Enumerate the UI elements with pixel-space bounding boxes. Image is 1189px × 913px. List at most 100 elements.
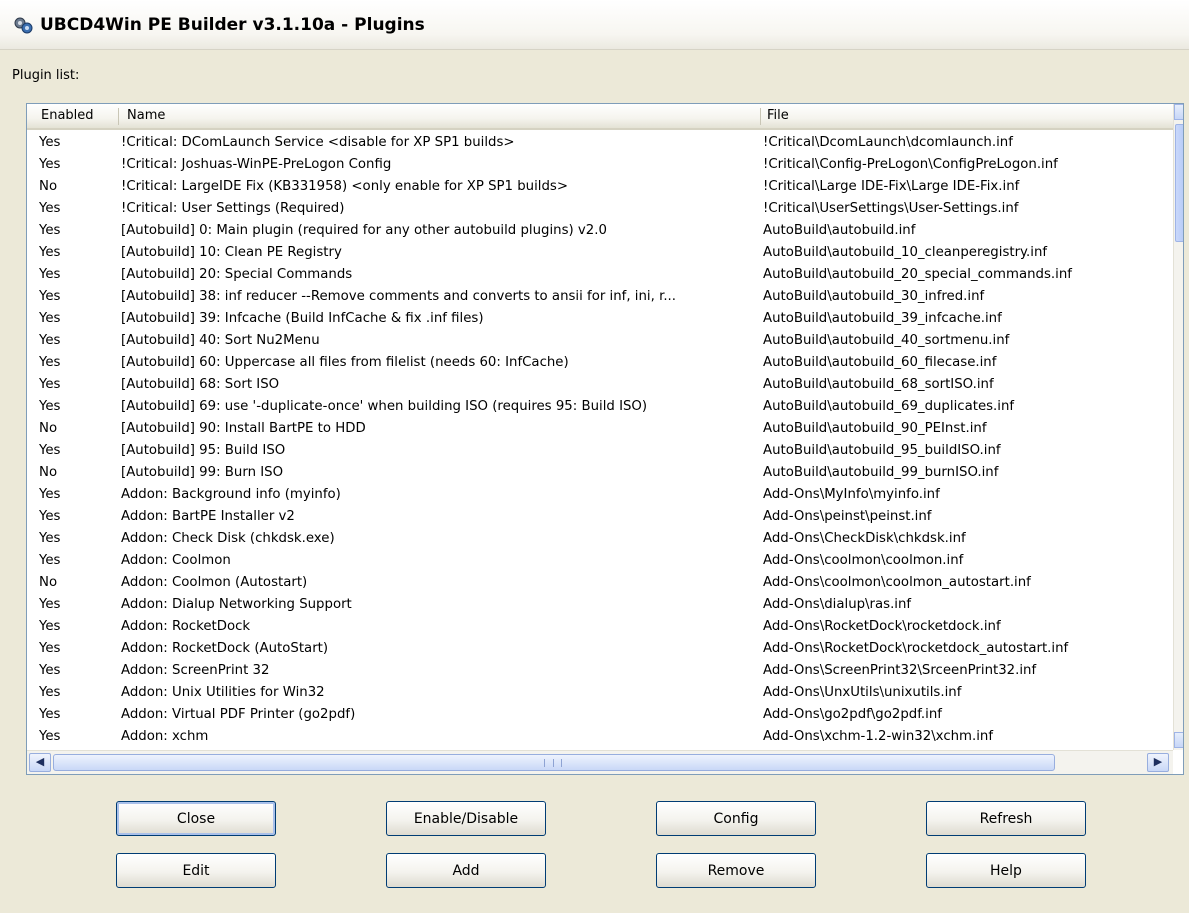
refresh-button[interactable]: Refresh [926, 801, 1086, 836]
vertical-scrollbar[interactable] [1173, 104, 1183, 750]
table-row[interactable]: Yes !Critical: User Settings (Required) !C… [27, 198, 1173, 220]
row-file-cell: Add-Ons\RocketDock\rocketdock.inf [763, 619, 1001, 634]
row-name-cell: [Autobuild] 38: inf reducer --Remove com… [121, 289, 677, 304]
row-file-cell: AutoBuild\autobuild_39_infcache.inf [763, 311, 1002, 326]
table-row[interactable]: Yes Addon: Unix Utilities for Win32 Add-On… [27, 682, 1173, 704]
row-enabled-cell: Yes [39, 289, 61, 304]
row-enabled-cell: No [39, 465, 58, 480]
row-name-cell: [Autobuild] 10: Clean PE Registry [121, 245, 342, 260]
table-row[interactable]: No [Autobuild] 90: Install BartPE to HDD A… [27, 418, 1173, 440]
scroll-up-button[interactable] [1174, 104, 1183, 120]
table-row[interactable]: Yes Addon: Background info (myinfo) Add-On… [27, 484, 1173, 506]
row-name-cell: Addon: RocketDock [121, 619, 251, 634]
row-name-cell: [Autobuild] 20: Special Commands [121, 267, 353, 282]
close-button[interactable]: Close [116, 801, 276, 836]
edit-button[interactable]: Edit [116, 853, 276, 888]
table-row[interactable]: Yes Addon: xchm Add-Ons\xchm-1.2-win32\xch… [27, 726, 1173, 748]
row-enabled-cell: Yes [39, 487, 61, 502]
table-row[interactable]: Yes Addon: Virtual PDF Printer (go2pdf) Ad… [27, 704, 1173, 726]
scroll-left-button[interactable]: ◀ [29, 753, 51, 772]
column-divider[interactable] [760, 108, 761, 125]
row-enabled-cell: No [39, 421, 58, 436]
table-row[interactable]: Yes !Critical: Joshuas-WinPE-PreLogon Con… [27, 154, 1173, 176]
row-file-cell: Add-Ons\xchm-1.2-win32\xchm.inf [763, 729, 994, 744]
row-enabled-cell: Yes [39, 641, 61, 656]
row-name-cell: Addon: Virtual PDF Printer (go2pdf) [121, 707, 356, 722]
row-name-cell: !Critical: User Settings (Required) [121, 201, 345, 216]
config-button[interactable]: Config [656, 801, 816, 836]
row-name-cell: [Autobuild] 68: Sort ISO [121, 377, 280, 392]
help-button[interactable]: Help [926, 853, 1086, 888]
column-header-name[interactable]: Name [127, 104, 165, 128]
add-button[interactable]: Add [386, 853, 546, 888]
scroll-down-button[interactable] [1174, 732, 1183, 748]
row-enabled-cell: Yes [39, 729, 61, 744]
row-file-cell: !Critical\Large IDE-Fix\Large IDE-Fix.in… [763, 179, 1020, 194]
row-name-cell: [Autobuild] 60: Uppercase all files from… [121, 355, 569, 370]
row-file-cell: !Critical\Config-PreLogon\ConfigPreLogon… [763, 157, 1058, 172]
table-row[interactable]: Yes [Autobuild] 69: use '-duplicate-once'… [27, 396, 1173, 418]
row-enabled-cell: Yes [39, 531, 61, 546]
row-file-cell: AutoBuild\autobuild_60_filecase.inf [763, 355, 997, 370]
row-file-cell: Add-Ons\MyInfo\myinfo.inf [763, 487, 940, 502]
table-row[interactable]: Yes [Autobuild] 0: Main plugin (required … [27, 220, 1173, 242]
row-enabled-cell: Yes [39, 619, 61, 634]
row-file-cell: Add-Ons\coolmon\coolmon.inf [763, 553, 964, 568]
remove-button[interactable]: Remove [656, 853, 816, 888]
vertical-scroll-thumb[interactable] [1175, 124, 1183, 242]
row-file-cell: AutoBuild\autobuild_20_special_commands.… [763, 267, 1072, 282]
column-header-enabled[interactable]: Enabled [41, 104, 94, 128]
table-row[interactable]: No Addon: Coolmon (Autostart) Add-Ons\cool… [27, 572, 1173, 594]
list-body: Yes !Critical: DComLaunch Service <disabl… [27, 132, 1173, 748]
table-row[interactable]: Yes [Autobuild] 10: Clean PE Registry Auto… [27, 242, 1173, 264]
table-row[interactable]: Yes [Autobuild] 39: Infcache (Build InfCa… [27, 308, 1173, 330]
table-row[interactable]: Yes Addon: RocketDock (AutoStart) Add-Ons\… [27, 638, 1173, 660]
column-header-file[interactable]: File [767, 104, 789, 128]
horizontal-scroll-thumb[interactable] [53, 754, 1055, 771]
row-enabled-cell: Yes [39, 553, 61, 568]
table-row[interactable]: No [Autobuild] 99: Burn ISO AutoBuild\auto… [27, 462, 1173, 484]
row-enabled-cell: Yes [39, 355, 61, 370]
row-name-cell: [Autobuild] 99: Burn ISO [121, 465, 284, 480]
table-row[interactable]: Yes Addon: RocketDock Add-Ons\RocketDock\r… [27, 616, 1173, 638]
scroll-right-button[interactable]: ▶ [1147, 753, 1169, 772]
row-name-cell: [Autobuild] 90: Install BartPE to HDD [121, 421, 366, 436]
row-enabled-cell: Yes [39, 333, 61, 348]
enable-disable-button[interactable]: Enable/Disable [386, 801, 546, 836]
table-row[interactable]: Yes [Autobuild] 40: Sort Nu2Menu AutoBuild… [27, 330, 1173, 352]
row-enabled-cell: Yes [39, 597, 61, 612]
table-row[interactable]: Yes Addon: Dialup Networking Support Add-O… [27, 594, 1173, 616]
row-enabled-cell: Yes [39, 443, 61, 458]
table-row[interactable]: Yes [Autobuild] 95: Build ISO AutoBuild\au… [27, 440, 1173, 462]
table-row[interactable]: Yes Addon: BartPE Installer v2 Add-Ons\pei… [27, 506, 1173, 528]
table-row[interactable]: Yes [Autobuild] 38: inf reducer --Remove … [27, 286, 1173, 308]
plugin-list[interactable]: Enabled Name File Yes !Critical: DComLaun… [26, 103, 1184, 775]
row-name-cell: Addon: Unix Utilities for Win32 [121, 685, 325, 700]
horizontal-scrollbar[interactable]: ◀ ▶ [27, 750, 1173, 774]
row-enabled-cell: Yes [39, 311, 61, 326]
row-name-cell: [Autobuild] 40: Sort Nu2Menu [121, 333, 320, 348]
row-file-cell: !Critical\DcomLaunch\dcomlaunch.inf [763, 135, 1013, 150]
row-file-cell: Add-Ons\peinst\peinst.inf [763, 509, 932, 524]
row-enabled-cell: No [39, 179, 58, 194]
list-header: Enabled Name File [27, 104, 1173, 130]
row-enabled-cell: Yes [39, 157, 61, 172]
table-row[interactable]: Yes [Autobuild] 68: Sort ISO AutoBuild\aut… [27, 374, 1173, 396]
table-row[interactable]: Yes !Critical: DComLaunch Service <disabl… [27, 132, 1173, 154]
grip-icon [544, 759, 562, 767]
table-row[interactable]: Yes Addon: Check Disk (chkdsk.exe) Add-Ons… [27, 528, 1173, 550]
row-file-cell: Add-Ons\dialup\ras.inf [763, 597, 912, 612]
row-name-cell: [Autobuild] 0: Main plugin (required for… [121, 223, 607, 238]
row-enabled-cell: Yes [39, 707, 61, 722]
plugin-list-label: Plugin list: [12, 68, 80, 83]
column-divider[interactable] [118, 108, 119, 125]
table-row[interactable]: Yes [Autobuild] 60: Uppercase all files f… [27, 352, 1173, 374]
table-row[interactable]: Yes Addon: Coolmon Add-Ons\coolmon\coolmon… [27, 550, 1173, 572]
row-name-cell: Addon: Background info (myinfo) [121, 487, 341, 502]
row-file-cell: AutoBuild\autobuild_10_cleanperegistry.i… [763, 245, 1048, 260]
row-file-cell: AutoBuild\autobuild_68_sortISO.inf [763, 377, 994, 392]
table-row[interactable]: Yes [Autobuild] 20: Special Commands AutoB… [27, 264, 1173, 286]
row-enabled-cell: Yes [39, 135, 61, 150]
table-row[interactable]: Yes Addon: ScreenPrint 32 Add-Ons\ScreenPr… [27, 660, 1173, 682]
table-row[interactable]: No !Critical: LargeIDE Fix (KB331958) <on… [27, 176, 1173, 198]
